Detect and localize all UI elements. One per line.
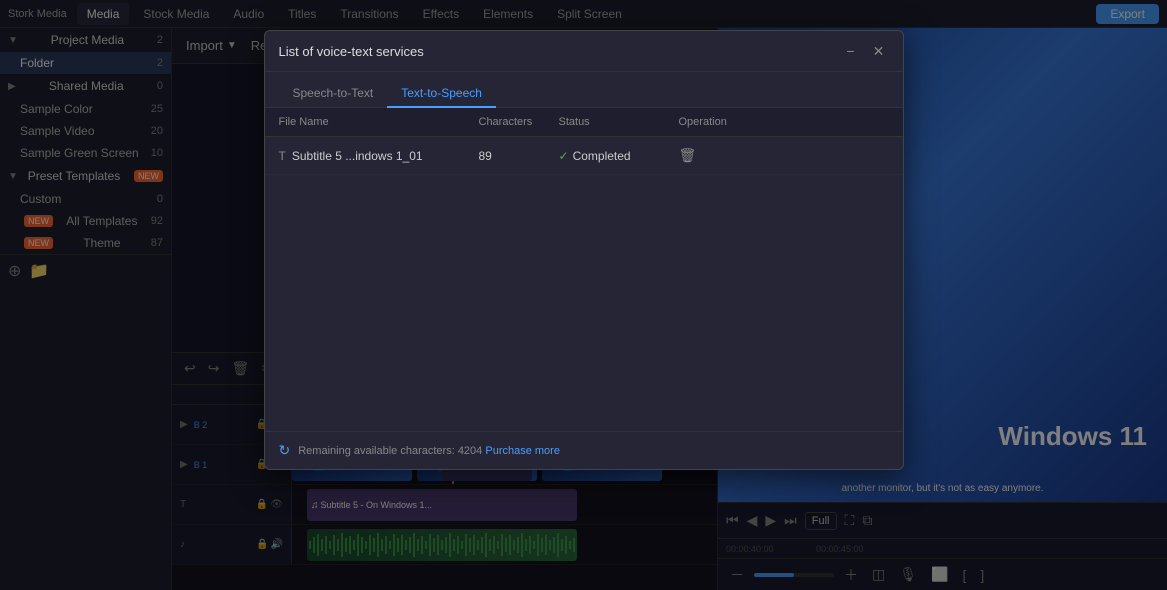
tab-speech-to-text[interactable]: Speech-to-Text <box>279 80 388 108</box>
dialog-empty-content <box>265 175 903 431</box>
status-check-icon: ✓ <box>559 149 569 163</box>
file-type-icon: T <box>279 149 286 163</box>
dialog-table-row-0[interactable]: T Subtitle 5 ...indows 1_01 89 ✓ Complet… <box>265 137 903 175</box>
dialog-tabs: Speech-to-Text Text-to-Speech <box>265 72 903 108</box>
row-delete-button[interactable]: 🗑 <box>679 147 697 164</box>
dialog-title: List of voice-text services <box>279 44 424 59</box>
header-file-name: File Name <box>279 116 479 128</box>
file-name-text: Subtitle 5 ...indows 1_01 <box>292 149 423 163</box>
row-operation: 🗑 <box>679 147 889 164</box>
header-status: Status <box>559 116 679 128</box>
row-characters: 89 <box>479 149 559 163</box>
dialog-header-buttons: − ✕ <box>841 41 889 61</box>
dialog-voice-text: List of voice-text services − ✕ Speech-t… <box>264 30 904 470</box>
header-operation: Operation <box>679 116 889 128</box>
dialog-table-header: File Name Characters Status Operation <box>265 108 903 137</box>
tab-text-to-speech[interactable]: Text-to-Speech <box>387 80 496 108</box>
dialog-overlay: List of voice-text services − ✕ Speech-t… <box>0 0 1167 590</box>
status-text: Completed <box>573 149 631 163</box>
header-characters: Characters <box>479 116 559 128</box>
dialog-close-button[interactable]: ✕ <box>869 41 889 61</box>
refresh-icon[interactable]: ↻ <box>279 442 291 459</box>
remaining-chars-text: Remaining available characters: 4204 <box>298 445 482 457</box>
dialog-minimize-button[interactable]: − <box>841 41 861 61</box>
purchase-more-link[interactable]: Purchase more <box>485 445 560 457</box>
row-file-name: T Subtitle 5 ...indows 1_01 <box>279 149 479 163</box>
dialog-header: List of voice-text services − ✕ <box>265 31 903 72</box>
row-status: ✓ Completed <box>559 149 679 163</box>
dialog-footer: ↻ Remaining available characters: 4204 P… <box>265 431 903 469</box>
